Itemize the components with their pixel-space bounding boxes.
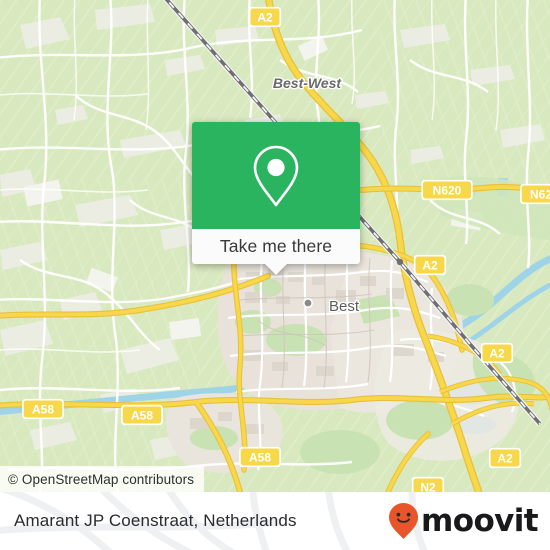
road-shield-a2-6: A2 [480, 342, 514, 364]
map-canvas[interactable]: Best-West Best A2 N620 N62 A2 A58 A58 A2 A2 A58 N… [0, 0, 550, 492]
road-shield-label: A58 [249, 451, 271, 465]
map-pin-icon [253, 145, 299, 206]
page-footer: Amarant JP Coenstraat, Netherlands moovi… [0, 492, 550, 550]
road-shield-a2-3: A2 [413, 254, 447, 276]
road-shield-a58-4: A58 [22, 398, 64, 420]
city-dot-marker [302, 297, 313, 308]
map-label-best: Best [329, 298, 360, 315]
road-shield-label: A2 [422, 259, 438, 273]
road-shield-label: A2 [497, 452, 513, 466]
road-shield-label: A58 [32, 403, 54, 417]
road-shield-label: A58 [131, 409, 153, 423]
moovit-smiley-pin-icon [389, 503, 419, 539]
osm-attribution[interactable]: © OpenStreetMap contributors [0, 466, 205, 492]
location-title: Amarant JP Coenstraat, Netherlands [14, 511, 297, 530]
road-shield-n62-2: N62 [520, 183, 550, 205]
road-shield-a58-5: A58 [121, 404, 163, 426]
road-shield-label: N62 [530, 188, 550, 202]
take-me-there-callout[interactable]: Take me there [192, 122, 360, 275]
road-shield-a2-7: A2 [488, 447, 522, 469]
road-shield-label: N2 [420, 481, 436, 492]
road-shield-a2-0: A2 [248, 6, 282, 28]
callout-footer[interactable]: Take me there [192, 229, 360, 264]
road-shield-label: A2 [257, 11, 273, 25]
map-label-best-west: Best-West [273, 75, 343, 91]
road-shield-n2-9: N2 [411, 476, 445, 492]
moovit-wordmark: moovit [421, 502, 539, 539]
moovit-brand[interactable]: moovit [388, 502, 539, 540]
map-screenshot: Best-West Best A2 N620 N62 A2 A58 A58 A2 A2 A58 N… [0, 0, 550, 550]
road-shield-label: A2 [489, 347, 505, 361]
road-shield-n620-1: N620 [421, 179, 473, 201]
road-shield-a58-8: A58 [239, 446, 281, 468]
road-shield-label: N620 [433, 184, 462, 198]
callout-header [192, 122, 360, 229]
osm-attribution-text: © OpenStreetMap contributors [8, 471, 195, 487]
take-me-there-label: Take me there [219, 236, 333, 256]
callout-tail [265, 264, 287, 275]
